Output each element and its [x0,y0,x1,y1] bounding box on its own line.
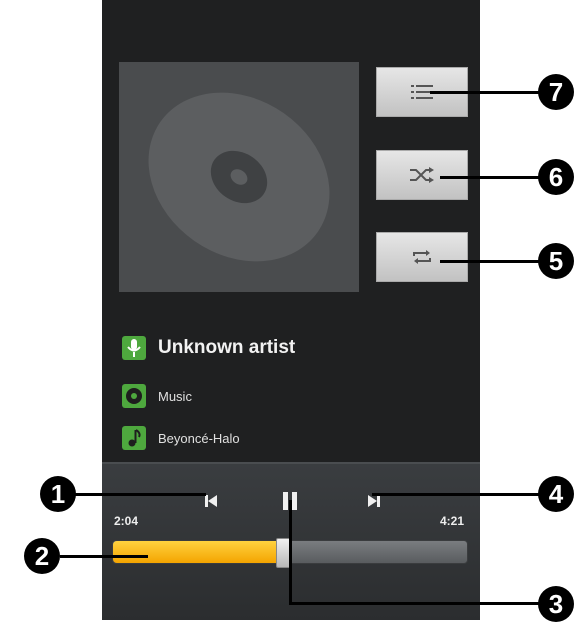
album-art [119,62,359,292]
callout-6: 6 [538,159,574,195]
total-duration: 4:21 [440,514,465,528]
seek-progress [113,541,283,563]
callout-3: 3 [538,586,574,622]
previous-button[interactable] [191,484,231,518]
artist-row: Unknown artist [122,336,295,360]
album-name: Music [158,388,192,404]
artist-name: Unknown artist [158,337,296,358]
callout-7: 7 [538,74,574,110]
callout-7-line [430,91,544,94]
next-button[interactable] [354,484,394,518]
music-note-icon [122,426,146,450]
callout-4: 4 [538,476,574,512]
callout-1: 1 [40,476,76,512]
callout-1-line [74,493,206,496]
track-title: Beyoncé-Halo [158,430,240,446]
callout-4-line [372,493,544,496]
album-disc-icon [122,384,146,408]
callout-3-line-h [289,602,539,605]
elapsed-time: 2:04 [114,514,139,528]
track-row: Beyoncé-Halo [122,426,240,450]
callout-3-line-v [289,500,292,604]
callout-2: 2 [24,538,60,574]
callout-5: 5 [538,243,574,279]
callout-2-line [60,555,148,558]
microphone-icon [122,336,146,360]
repeat-icon [413,250,431,264]
repeat-button[interactable] [376,232,468,282]
callout-5-line [440,260,544,263]
shuffle-button[interactable] [376,150,468,200]
shuffle-icon [410,167,434,183]
callout-6-line [440,176,544,179]
album-row: Music [122,384,192,408]
